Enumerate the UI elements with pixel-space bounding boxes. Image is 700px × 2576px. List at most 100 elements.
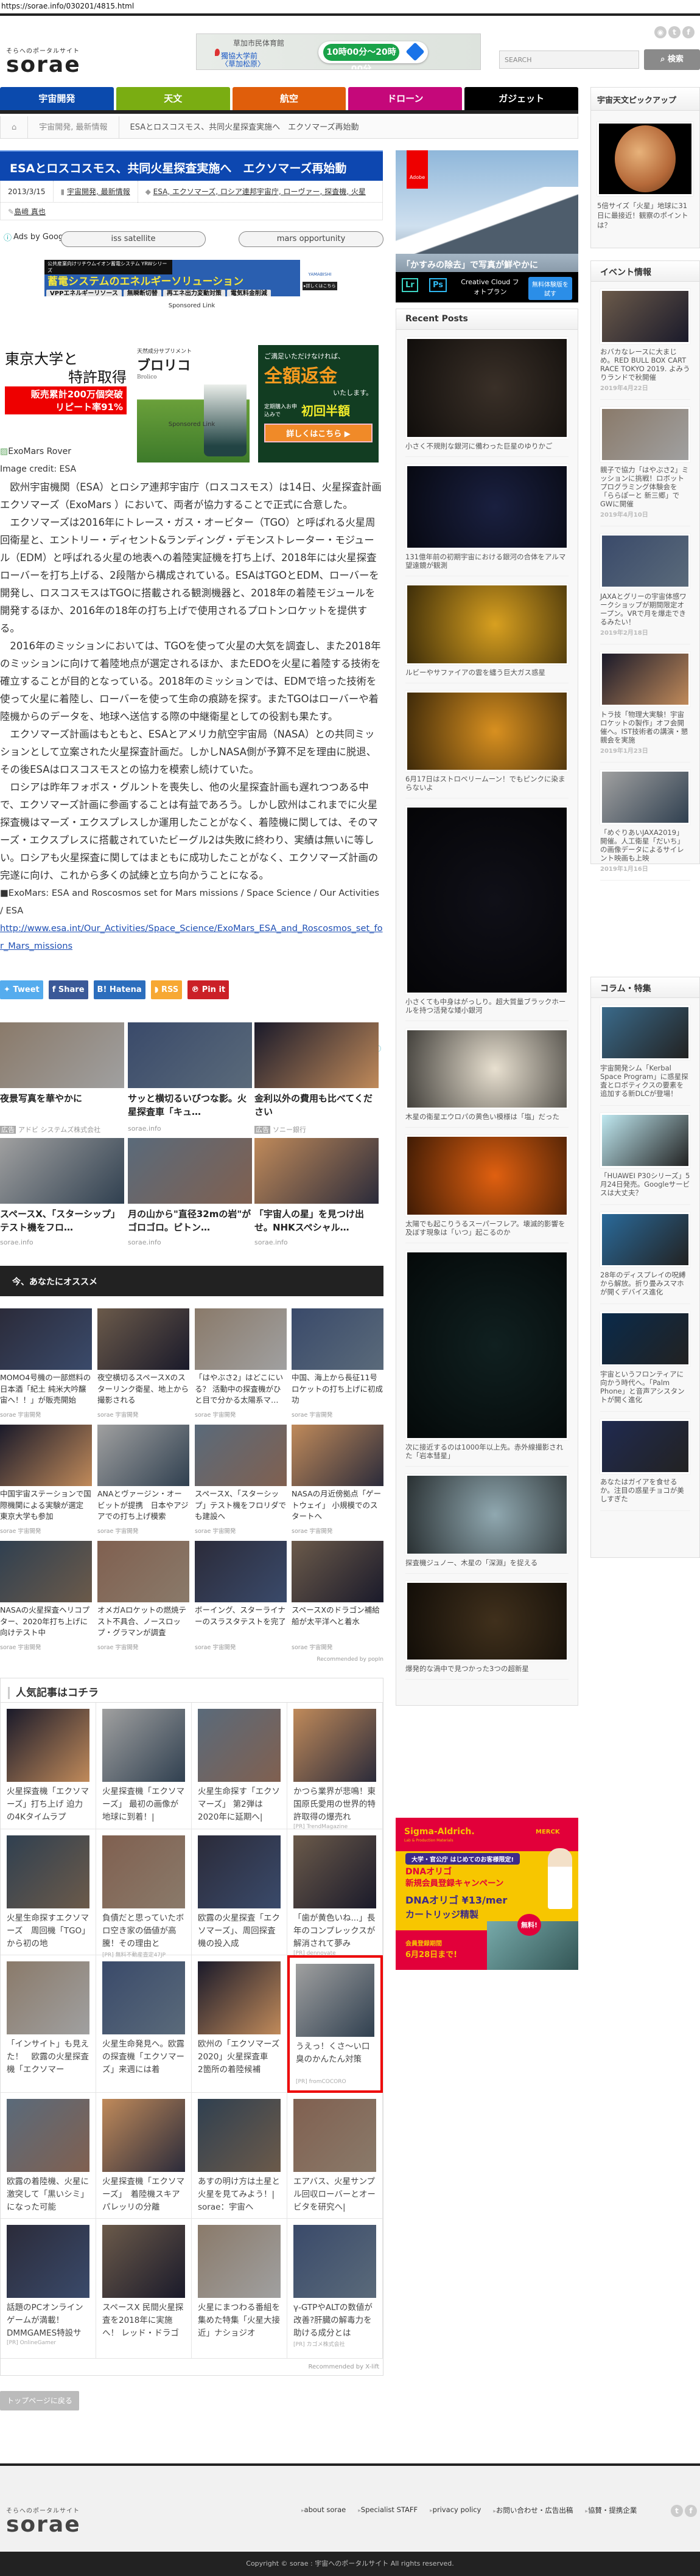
popular-item[interactable]: 火星生命探すエクソマーズ 周回機「TGO」から初の地 xyxy=(1,1829,96,1955)
recommend-title[interactable]: 中国、海上から長征11号ロケットの打ち上げに初成功 xyxy=(292,1372,383,1406)
recent-post-title[interactable]: ルビーやサファイアの雲を纏う巨大ガス惑星 xyxy=(405,668,569,677)
source-link[interactable]: http://www.esa.int/Our_Activities/Space_… xyxy=(0,920,383,955)
popular-title[interactable]: 火星生命発見へ。欧露の探査機「エクソマーズ」来週には着 xyxy=(102,2038,185,2076)
popular-image[interactable] xyxy=(102,1709,185,1782)
rss-icon[interactable]: ◉ xyxy=(654,26,667,38)
popular-image[interactable] xyxy=(7,1961,89,2034)
ad-title[interactable]: 金利以外の費用も比べてください xyxy=(254,1092,379,1119)
column-image[interactable] xyxy=(600,1419,690,1474)
footer-link[interactable]: お問い合わせ・広告出稿 xyxy=(493,2505,573,2515)
footer-link[interactable]: privacy policy xyxy=(430,2505,481,2515)
back-to-top-button[interactable]: トップページに戻る xyxy=(0,2391,79,2410)
recommend-item[interactable]: 中国宇宙ステーションで国際機関による実験が選定 東京大学も参加 sorae 宇宙開… xyxy=(0,1425,92,1535)
popular-title[interactable]: 欧露の火星探査「エクソマーズ」、周回探査機の投入成 xyxy=(198,1912,281,1950)
ad-title[interactable]: 夜景写真を華やかに xyxy=(0,1092,124,1119)
tag-links[interactable]: ESA, エクソマーズ, ロシア連邦宇宙庁, ローヴァー, 探査機, 火星 xyxy=(153,187,366,196)
popular-item[interactable]: 火星探査機「エクソマーズ」 着陸機スキアパレッリの分離 xyxy=(96,2093,192,2219)
popular-item[interactable]: 欧露の火星探査「エクソマーズ」、周回探査機の投入成 xyxy=(192,1829,287,1955)
ad-cta[interactable]: ▸詳しくはこちら xyxy=(303,282,337,290)
popular-image[interactable] xyxy=(293,2225,376,2298)
event-title[interactable]: 「めぐりあいJAXA2019」開催。人工衛星「だいち」の画像データによるサイレン… xyxy=(600,828,690,862)
popular-title[interactable]: エアバス、火星サンプル回収ローバーとオービタを研究へ| xyxy=(293,2176,376,2214)
recommend-title[interactable]: NASAの月近傍拠点「ゲートウェイ」 小規模でのスタートへ xyxy=(292,1489,383,1523)
popular-image[interactable] xyxy=(7,2225,89,2298)
column-image[interactable] xyxy=(600,1311,690,1366)
battery-banner-ad[interactable]: 公共産業向けリチウムイオン蓄電システム YRWシリーズ 蓄電システムのエネルギー… xyxy=(44,260,340,296)
popular-item[interactable]: 負債だと思っていたボロ空き家の価値が高騰！その理由と [PR] 無料不動産査定47… xyxy=(96,1829,192,1958)
recommend-image[interactable] xyxy=(97,1308,189,1370)
popular-title[interactable]: 火星にまつわる番組を集めた特集「火星大接近」ナショジオ xyxy=(198,2302,281,2340)
recent-post-title[interactable]: 131億年前の初期宇宙における銀河の合体をアルマ望遠鏡が観測 xyxy=(405,553,569,570)
recent-post-image[interactable] xyxy=(405,464,569,550)
nav-item[interactable]: 航空 xyxy=(232,87,346,110)
info-icon[interactable]: ⓘ xyxy=(4,231,12,243)
recommend-image[interactable] xyxy=(0,1308,92,1370)
event-title[interactable]: おバカなレースに大まじめ。RED BULL BOX CART RACE TOKY… xyxy=(600,347,690,382)
recommend-title[interactable]: 中国宇宙ステーションで国際機関による実験が選定 東京大学も参加 xyxy=(0,1489,92,1523)
popular-item[interactable]: 欧露の着陸機、火星に激突して「黒いシミ」になった可能 xyxy=(1,2093,96,2219)
column-image[interactable] xyxy=(600,1212,690,1267)
column-image[interactable] xyxy=(600,1005,690,1060)
ad-image[interactable] xyxy=(254,1022,379,1088)
column-image[interactable] xyxy=(600,1113,690,1168)
popular-title[interactable]: 火星生命探す「エクソマーズ」 第2弾は2020年に延期へ| xyxy=(198,1785,281,1824)
recommend-title[interactable]: オメガAロケットの燃焼テスト不具合、ノースロップ・グラマンが調査 xyxy=(97,1605,189,1639)
native-ad-card[interactable]: 月の山から"直径32mの岩"がゴロゴロ。ピトン… xyxy=(128,1138,252,1234)
recent-post-title[interactable]: 木星の衛星エウロパの黄色い模様は「塩」だった xyxy=(405,1112,569,1121)
footer-link[interactable]: Specialist STAFF xyxy=(358,2505,418,2515)
popular-image[interactable] xyxy=(102,1961,185,2034)
recommend-title[interactable]: スペースXのドラゴン補給船が太平洋へと着水 xyxy=(292,1605,383,1639)
recommend-image[interactable] xyxy=(292,1541,383,1602)
popular-image[interactable] xyxy=(293,1835,376,1908)
author-link[interactable]: 島﨑 真也 xyxy=(14,208,46,216)
popular-title[interactable]: 話題のPCオンラインゲームが満載！DMMGAMES特設サ xyxy=(7,2302,89,2340)
recommend-image[interactable] xyxy=(97,1425,189,1486)
column-item[interactable]: あなたはガイアを食せるか。注目の惑星チョコが美しすぎた xyxy=(600,1412,690,1511)
recommend-image[interactable] xyxy=(0,1425,92,1486)
column-title[interactable]: 「HUAWEI P30シリーズ」5月24日発売。Googleサービスは大丈夫？ xyxy=(600,1171,690,1197)
event-title[interactable]: 親子で協力「はやぶさ2」ミッションに挑戦！ロボットプログラミング体験会を「ららぽ… xyxy=(600,466,690,508)
share-button-rss[interactable]: ◗ RSS xyxy=(150,980,183,999)
popular-title[interactable]: スペースX 民間火星探査を2018年に実施へ！ レッド・ドラゴ xyxy=(102,2302,185,2340)
ad-title[interactable]: スペースX、「スターシップ」テスト機をフロ… xyxy=(0,1207,124,1234)
popular-item[interactable]: 火星生命探す「エクソマーズ」 第2弾は2020年に延期へ| xyxy=(192,1703,287,1829)
popular-item[interactable]: エアバス、火星サンプル回収ローバーとオービタを研究へ| xyxy=(287,2093,383,2219)
column-item[interactable]: 宇宙というフロンティアに向かう時代へ。「Palm Phone」と音声アシスタント… xyxy=(600,1304,690,1412)
recommend-item[interactable]: NASAの火星探査ヘリコプター、2020年打ち上げに向けテスト中 sorae 宇宙… xyxy=(0,1541,92,1651)
recent-post-title[interactable]: 探査機ジュノー、木星の「深淵」を捉える xyxy=(405,1559,569,1567)
event-image[interactable] xyxy=(600,289,690,344)
recent-post-item[interactable]: 6月17日はストロベリームーン！でもピンクに染まらないよ xyxy=(405,683,569,798)
popular-item[interactable]: 「歯が黄色いね...」長年のコンプレックスが解消されて夢み [PR] dennov… xyxy=(287,1829,383,1956)
popular-item[interactable]: かつら業界が悲鳴！東国原氏愛用の世界的特許取得の爆売れ [PR] TrendMag… xyxy=(287,1703,383,1830)
popular-item[interactable]: 話題のPCオンラインゲームが満載！DMMGAMES特設サ [PR] OnlineG… xyxy=(1,2219,96,2359)
event-item[interactable]: JAXAとグリーの宇宙体感ワークショップが期間限定オープン。VRで月を爆走できる… xyxy=(600,526,690,644)
recommend-title[interactable]: ANAとヴァージン・オービットが提携 日本やアジアでの打ち上げ模索 xyxy=(97,1489,189,1523)
column-title[interactable]: 28年のディスプレイの呪縛から解放。折り畳みスマホが開くデバイス進化 xyxy=(600,1271,690,1296)
popular-image[interactable] xyxy=(7,1835,89,1908)
event-image[interactable] xyxy=(600,407,690,462)
native-ad-card[interactable]: 夜景写真を華やかに xyxy=(0,1022,124,1119)
recent-post-title[interactable]: 小さく不規則な銀河に備わった巨星のゆりかご xyxy=(405,442,569,450)
recent-post-image[interactable] xyxy=(405,1251,569,1440)
ad-image[interactable] xyxy=(128,1022,252,1088)
recommend-image[interactable] xyxy=(292,1425,383,1486)
recent-post-image[interactable] xyxy=(405,1581,569,1661)
recommend-title[interactable]: 「はやぶさ2」はどこにいる？ 活動中の探査機がひと目で分かる太陽系マ… xyxy=(195,1372,287,1406)
recommend-title[interactable]: MOMO4号機の一部燃料の日本酒「紀土 純米大吟醸 宙へ！！」が販売開始 xyxy=(0,1372,92,1406)
recent-post-title[interactable]: 次に接近するのは1000年以上先。赤外線撮影された「岩本彗星」 xyxy=(405,1443,569,1460)
home-icon[interactable]: ⌂ xyxy=(1,116,29,139)
recommend-title[interactable]: 夜空横切るスペースXのスターリンク衛星、地上から撮影される xyxy=(97,1372,189,1406)
popular-image[interactable] xyxy=(293,1709,376,1782)
native-ad-card[interactable]: スペースX、「スターシップ」テスト機をフロ… xyxy=(0,1138,124,1234)
popular-title[interactable]: 欧露の着陸機、火星に激突して「黒いシミ」になった可能 xyxy=(7,2176,89,2214)
recommend-item[interactable]: MOMO4号機の一部燃料の日本酒「紀土 純米大吟醸 宙へ！！」が販売開始 sora… xyxy=(0,1308,92,1419)
footer-link[interactable]: about sorae xyxy=(301,2505,346,2515)
recent-post-item[interactable]: 探査機ジュノー、木星の「深淵」を捉える xyxy=(405,1467,569,1574)
recommend-item[interactable]: ボーイング、スターライナーのスラスタテストを完了 sorae 宇宙開発 xyxy=(195,1541,287,1651)
ad-image[interactable] xyxy=(0,1022,124,1088)
free-trial-button[interactable]: 無料体験版を試す xyxy=(528,277,572,300)
site-logo[interactable]: そらへのポータルサイト sorae xyxy=(6,46,81,76)
recent-post-item[interactable]: ルビーやサファイアの雲を纏う巨大ガス惑星 xyxy=(405,576,569,683)
column-title[interactable]: あなたはガイアを食せるか。注目の惑星チョコが美しすぎた xyxy=(600,1478,690,1503)
ad-image[interactable] xyxy=(254,1138,379,1204)
